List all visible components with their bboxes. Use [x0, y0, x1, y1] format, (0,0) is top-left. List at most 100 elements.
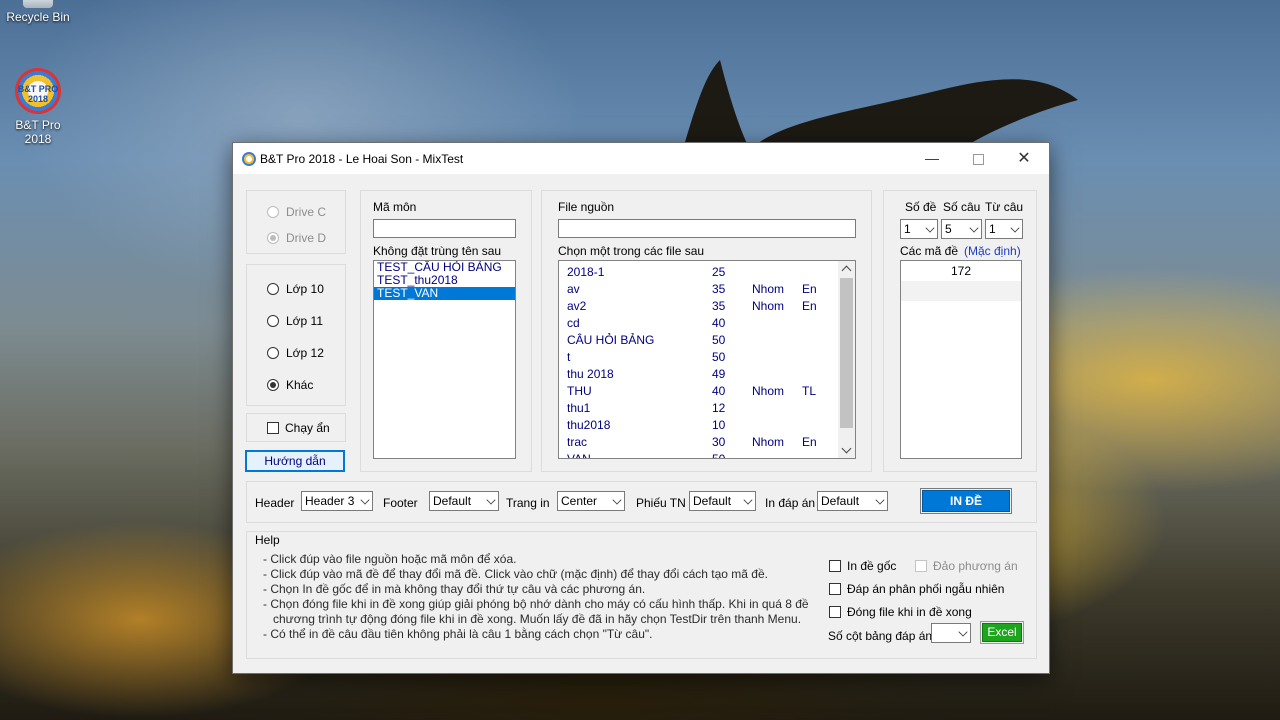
default-link[interactable]: (Mặc định)	[964, 244, 1021, 258]
source-file-input[interactable]	[558, 219, 856, 238]
exam-code-item[interactable]: 172	[901, 261, 1021, 281]
file-list-row[interactable]: t 50	[567, 348, 837, 365]
file-count: 10	[712, 418, 726, 432]
print-settings-bar: Header Header 3 Footer Default Trang in …	[246, 481, 1037, 523]
scroll-down-icon[interactable]	[841, 443, 852, 454]
file-list-row[interactable]: CÂU HỎI BẢNG 50	[567, 331, 837, 348]
no-duplicate-label: Không đặt trùng tên sau	[373, 244, 502, 258]
footer-label: Footer	[383, 496, 418, 510]
header-label: Header	[255, 496, 295, 510]
title-bar[interactable]: B&T Pro 2018 - Le Hoai Son - MixTest — ✕	[233, 143, 1049, 174]
source-file-list[interactable]: 2018-1 25 av 35 Nhom En av2 35 Nhom En cd 40 CÂU HỎI…	[558, 260, 856, 459]
print-page-select[interactable]: Center	[557, 491, 625, 511]
scroll-up-icon[interactable]	[841, 265, 852, 276]
close-file-checkbox[interactable]	[829, 606, 841, 618]
chevron-down-icon	[925, 223, 935, 233]
btpro-desktop-icon[interactable]: B&T PRO 2018 B&T Pro 2018	[0, 68, 76, 146]
file-list-row[interactable]: trac 30 Nhom En	[567, 433, 837, 450]
drive-c-label: Drive C	[286, 205, 327, 219]
file-list-row[interactable]: thu1 12	[567, 399, 837, 416]
print-answers-select[interactable]: Default	[817, 491, 888, 511]
tu-cau-select[interactable]: 1	[985, 219, 1023, 239]
app-icon	[242, 152, 256, 166]
chevron-down-icon	[958, 627, 968, 637]
file-lang: En	[802, 435, 817, 449]
maximize-icon	[972, 153, 984, 165]
answer-sheet-select[interactable]: Default	[689, 491, 756, 511]
excel-button[interactable]: Excel	[980, 621, 1024, 644]
guide-button[interactable]: Hướng dẫn	[245, 450, 345, 472]
file-count: 50	[712, 452, 726, 459]
chevron-down-icon	[486, 495, 496, 505]
btpro-logo-icon: B&T PRO 2018	[15, 68, 61, 114]
so-cau-label: Số câu	[943, 200, 981, 214]
file-list-row[interactable]: 2018-1 25	[567, 263, 837, 280]
exam-code-list[interactable]: 172	[900, 260, 1022, 459]
close-button[interactable]: ✕	[1001, 143, 1047, 174]
grade-10-radio[interactable]	[267, 283, 279, 295]
random-answer-checkbox[interactable]	[829, 583, 841, 595]
header-select[interactable]: Header 3	[301, 491, 373, 511]
minimize-button[interactable]: —	[909, 143, 955, 174]
shuffle-answers-checkbox[interactable]	[915, 560, 927, 572]
file-list-row[interactable]: thu 2018 49	[567, 365, 837, 382]
so-de-label: Số đề	[905, 200, 937, 214]
file-name: VAN	[567, 452, 591, 459]
maximize-button[interactable]	[955, 143, 1001, 174]
random-answer-label: Đáp án phân phối ngẫu nhiên	[847, 582, 1005, 596]
file-count: 25	[712, 265, 726, 279]
file-name: av	[567, 282, 580, 296]
file-name: THU	[567, 384, 592, 398]
file-count: 50	[712, 333, 726, 347]
file-list-row[interactable]: THU 40 Nhom TL	[567, 382, 837, 399]
grade-other-radio[interactable]	[267, 379, 279, 391]
answer-columns-select[interactable]	[931, 623, 971, 643]
file-count: 35	[712, 299, 726, 313]
file-list-row[interactable]: av2 35 Nhom En	[567, 297, 837, 314]
file-count: 40	[712, 384, 726, 398]
help-text: - Click đúp vào file nguồn hoặc mã môn đ…	[263, 552, 809, 641]
scroll-thumb[interactable]	[840, 278, 853, 428]
file-list-row[interactable]: av 35 Nhom En	[567, 280, 837, 297]
subject-list[interactable]: TEST_CÂU HỎI BẢNG TEST_thu2018 TEST_VAN	[373, 260, 516, 459]
file-name: thu 2018	[567, 367, 614, 381]
print-exam-button[interactable]: IN ĐỀ	[920, 488, 1012, 514]
file-lang: TL	[802, 384, 817, 398]
file-name: av2	[567, 299, 587, 313]
exam-codes-label: Các mã đề	[900, 244, 959, 258]
so-cau-select[interactable]: 5	[941, 219, 982, 239]
footer-select[interactable]: Default	[429, 491, 499, 511]
file-list-row[interactable]: thu2018 10	[567, 416, 837, 433]
help-title: Help	[254, 533, 281, 547]
grade-11-label: Lớp 11	[286, 314, 324, 328]
grade-12-radio[interactable]	[267, 347, 279, 359]
file-type: Nhom	[752, 435, 785, 449]
btpro-label-line1: B&T Pro	[15, 118, 61, 132]
file-name: thu1	[567, 401, 591, 415]
subject-code-input[interactable]	[373, 219, 516, 238]
recycle-bin-label: Recycle Bin	[6, 10, 70, 24]
shuffle-answers-label: Đảo phương án	[933, 559, 1018, 573]
grade-11-radio[interactable]	[267, 315, 279, 327]
file-list-scrollbar[interactable]	[838, 261, 855, 458]
file-count: 49	[712, 367, 726, 381]
recycle-bin-icon[interactable]: Recycle Bin	[0, 0, 76, 24]
grade-other-label: Khác	[286, 378, 314, 392]
file-name: thu2018	[567, 418, 611, 432]
window-title: B&T Pro 2018 - Le Hoai Son - MixTest	[260, 152, 464, 166]
file-list-row[interactable]: cd 40	[567, 314, 837, 331]
subject-list-item-selected[interactable]: TEST_VAN	[374, 287, 515, 300]
original-exam-checkbox[interactable]	[829, 560, 841, 572]
file-list-row[interactable]: VAN 50	[567, 450, 837, 459]
original-exam-label: In đề gốc	[847, 559, 897, 573]
file-name: t	[567, 350, 571, 364]
exam-codes-group: Số đề Số câu Từ câu 1 5 1 Các mã đề (Mặc…	[883, 190, 1037, 472]
file-type: Nhom	[752, 282, 785, 296]
drive-d-radio[interactable]	[267, 232, 279, 244]
chevron-down-icon	[743, 495, 753, 505]
so-de-select[interactable]: 1	[900, 219, 938, 239]
close-file-label: Đóng file khi in đề xong	[847, 605, 972, 619]
run-hidden-checkbox[interactable]	[267, 422, 279, 434]
drive-c-radio[interactable]	[267, 206, 279, 218]
run-hidden-label: Chạy ẩn	[285, 421, 330, 435]
